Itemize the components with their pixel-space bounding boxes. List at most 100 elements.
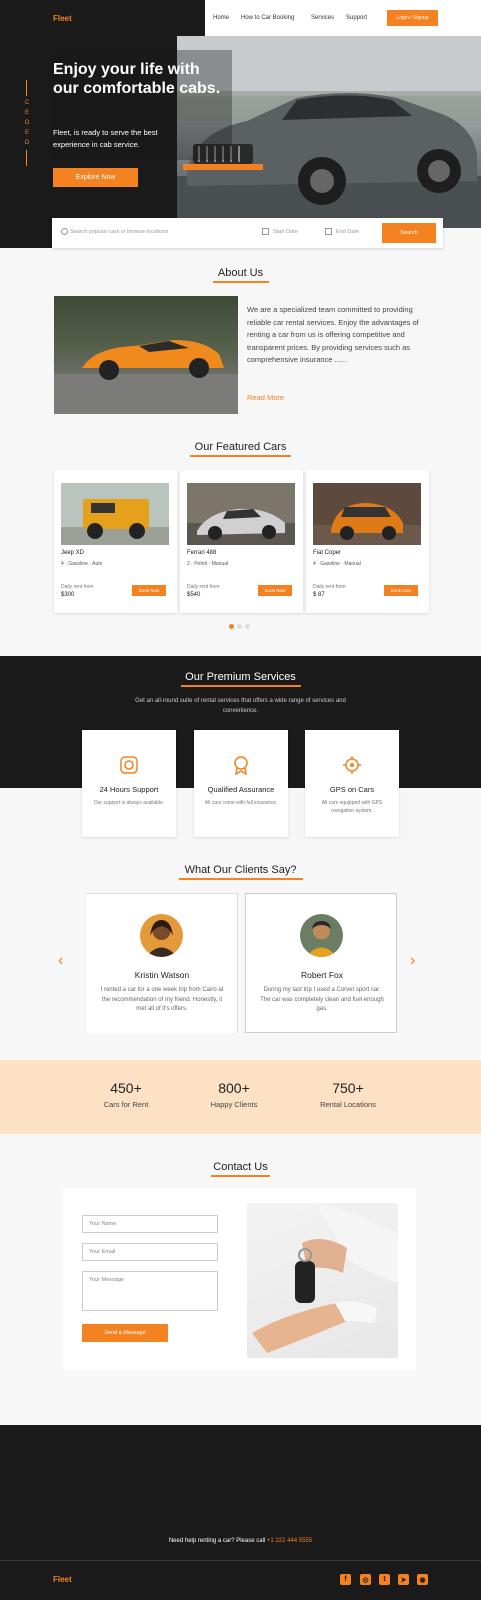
title-underline	[213, 281, 269, 283]
search-button[interactable]: Search	[382, 223, 436, 243]
chevron-right-icon[interactable]: ›	[410, 952, 415, 970]
car-card[interactable]: Jeep XD 4 · Gasoline · Auto Daily rent f…	[54, 470, 177, 613]
stat-label: Cars for Rent	[103, 1100, 149, 1109]
testimonial-text: I rented a car for a one week trip from …	[100, 987, 224, 1012]
car-price: $300	[61, 592, 75, 598]
nav-home[interactable]: Home	[213, 15, 229, 21]
testimonial-text: During my last trip I used a Corvet spor…	[260, 987, 384, 1012]
chevron-left-icon[interactable]: ‹	[58, 952, 63, 970]
hand-with-keys-illustration	[252, 1203, 398, 1353]
book-now-button[interactable]: Book Now	[384, 585, 418, 596]
name-field[interactable]: Your Name	[82, 1215, 218, 1233]
badge-icon	[234, 756, 248, 775]
title-underline	[179, 878, 303, 880]
car-photo	[187, 483, 295, 545]
login-signup-button[interactable]: Login / Signup	[387, 10, 438, 26]
footer-phone[interactable]: +1 222 444 5555	[267, 1538, 312, 1544]
daily-rent-label: Daily rent from	[187, 584, 220, 590]
logo[interactable]: Fleet	[53, 14, 72, 23]
testimonials-title: What Our Clients Say?	[184, 864, 297, 876]
email-field[interactable]: Your Email	[82, 1243, 218, 1261]
end-date-field[interactable]: End Date	[336, 229, 359, 235]
book-now-button[interactable]: Book Now	[132, 585, 166, 596]
avatar-portrait	[300, 914, 343, 957]
book-now-button[interactable]: Book Now	[258, 585, 292, 596]
title-underline	[181, 685, 301, 687]
car-specs: 4 · Gasoline · Manual	[313, 561, 361, 567]
footer-logo[interactable]: Fleet	[53, 1575, 72, 1584]
instagram-icon[interactable]: ◎	[360, 1574, 371, 1585]
side-line-top	[26, 80, 27, 96]
carousel-dot-active[interactable]	[229, 624, 234, 629]
stat-number: 750+	[332, 1080, 364, 1096]
side-letter: O	[24, 140, 30, 146]
message-field[interactable]: Your Message	[82, 1271, 218, 1311]
stat-label: Happy Clients	[210, 1100, 258, 1109]
nav-how-to-book[interactable]: How to Car Booking	[241, 15, 294, 21]
car-name: Fiat Coper	[313, 550, 342, 556]
telegram-icon[interactable]: ➤	[398, 1574, 409, 1585]
services-description: Get an all-round suite of rental service…	[135, 698, 346, 714]
send-message-button[interactable]: Send a Message	[82, 1324, 168, 1342]
service-card: 24 Hours Support Our support is always a…	[82, 730, 176, 837]
footer-newsletter: Need help renting a car? Please call +1 …	[0, 1538, 481, 1544]
nav-services[interactable]: Services	[311, 15, 334, 21]
side-line-bottom	[26, 150, 27, 166]
jeep-illustration	[61, 499, 169, 545]
service-card: GPS on Cars All cars equipped with GPS n…	[305, 730, 399, 837]
whatsapp-icon[interactable]: ◉	[417, 1574, 428, 1585]
service-desc: All cars come with full insurance.	[204, 800, 278, 806]
footer	[0, 1425, 481, 1600]
car-keys-photo	[247, 1203, 398, 1358]
side-letter: C	[24, 100, 30, 106]
orange-sportscar-illustration	[54, 340, 238, 414]
facebook-icon[interactable]: f	[340, 1574, 351, 1585]
service-title: 24 Hours Support	[99, 785, 159, 794]
explore-now-button[interactable]: Explore Now	[53, 168, 138, 187]
testimonial-card: Robert Fox During my last trip I used a …	[245, 893, 397, 1033]
avatar-portrait	[140, 914, 183, 957]
side-letter: E	[24, 130, 29, 136]
testimonial-card: Kristin Watson I rented a car for a one …	[86, 893, 238, 1033]
hatchback-illustration	[313, 503, 421, 545]
about-car-photo	[54, 296, 238, 414]
service-desc: All cars equipped with GPS navigation sy…	[321, 800, 383, 814]
car-card[interactable]: Ferrari 488 2 · Petrol · Manual Daily re…	[180, 470, 303, 613]
car-price: $540	[187, 592, 201, 598]
headset-icon	[120, 756, 138, 774]
contact-title: Contact Us	[213, 1161, 268, 1173]
search-input[interactable]: Search popular cars or browse locations	[70, 229, 168, 235]
car-photo	[313, 483, 421, 545]
calendar-icon	[262, 228, 269, 235]
car-name: Ferrari 488	[187, 550, 217, 556]
stat-label: Rental Locations	[320, 1100, 376, 1109]
side-letter: O	[24, 120, 30, 126]
featured-title: Our Featured Cars	[194, 441, 287, 453]
footer-help-text: Need help renting a car? Please call	[168, 1538, 266, 1544]
about-title: About Us	[217, 267, 264, 279]
car-specs: 2 · Petrol · Manual	[187, 561, 229, 567]
car-specs: 4 · Gasoline · Auto	[61, 561, 103, 567]
calendar-icon	[325, 228, 332, 235]
twitter-icon[interactable]: t	[379, 1574, 390, 1585]
nav-support[interactable]: Support	[346, 15, 367, 21]
testimonial-name: Kristin Watson	[134, 970, 190, 980]
start-date-field[interactable]: Start Date	[273, 229, 298, 235]
about-text: We are a specialized team committed to p…	[247, 305, 419, 364]
stat-number: 800+	[218, 1080, 250, 1096]
service-title: GPS on Cars	[329, 785, 375, 794]
car-card[interactable]: Fiat Coper 4 · Gasoline · Manual Daily r…	[306, 470, 429, 613]
search-icon	[61, 228, 68, 235]
footer-divider	[0, 1560, 481, 1561]
service-card: Qualified Assurance All cars come with f…	[194, 730, 288, 837]
carousel-dot[interactable]	[237, 624, 242, 629]
service-title: Qualified Assurance	[207, 785, 275, 794]
service-desc: Our support is always available.	[93, 800, 165, 806]
title-underline	[190, 455, 291, 457]
supercar-illustration	[187, 508, 295, 545]
services-title: Our Premium Services	[185, 671, 296, 683]
carousel-dot[interactable]	[245, 624, 250, 629]
read-more-link[interactable]: Read More	[247, 393, 284, 402]
avatar	[300, 914, 343, 957]
gps-icon	[343, 756, 361, 774]
